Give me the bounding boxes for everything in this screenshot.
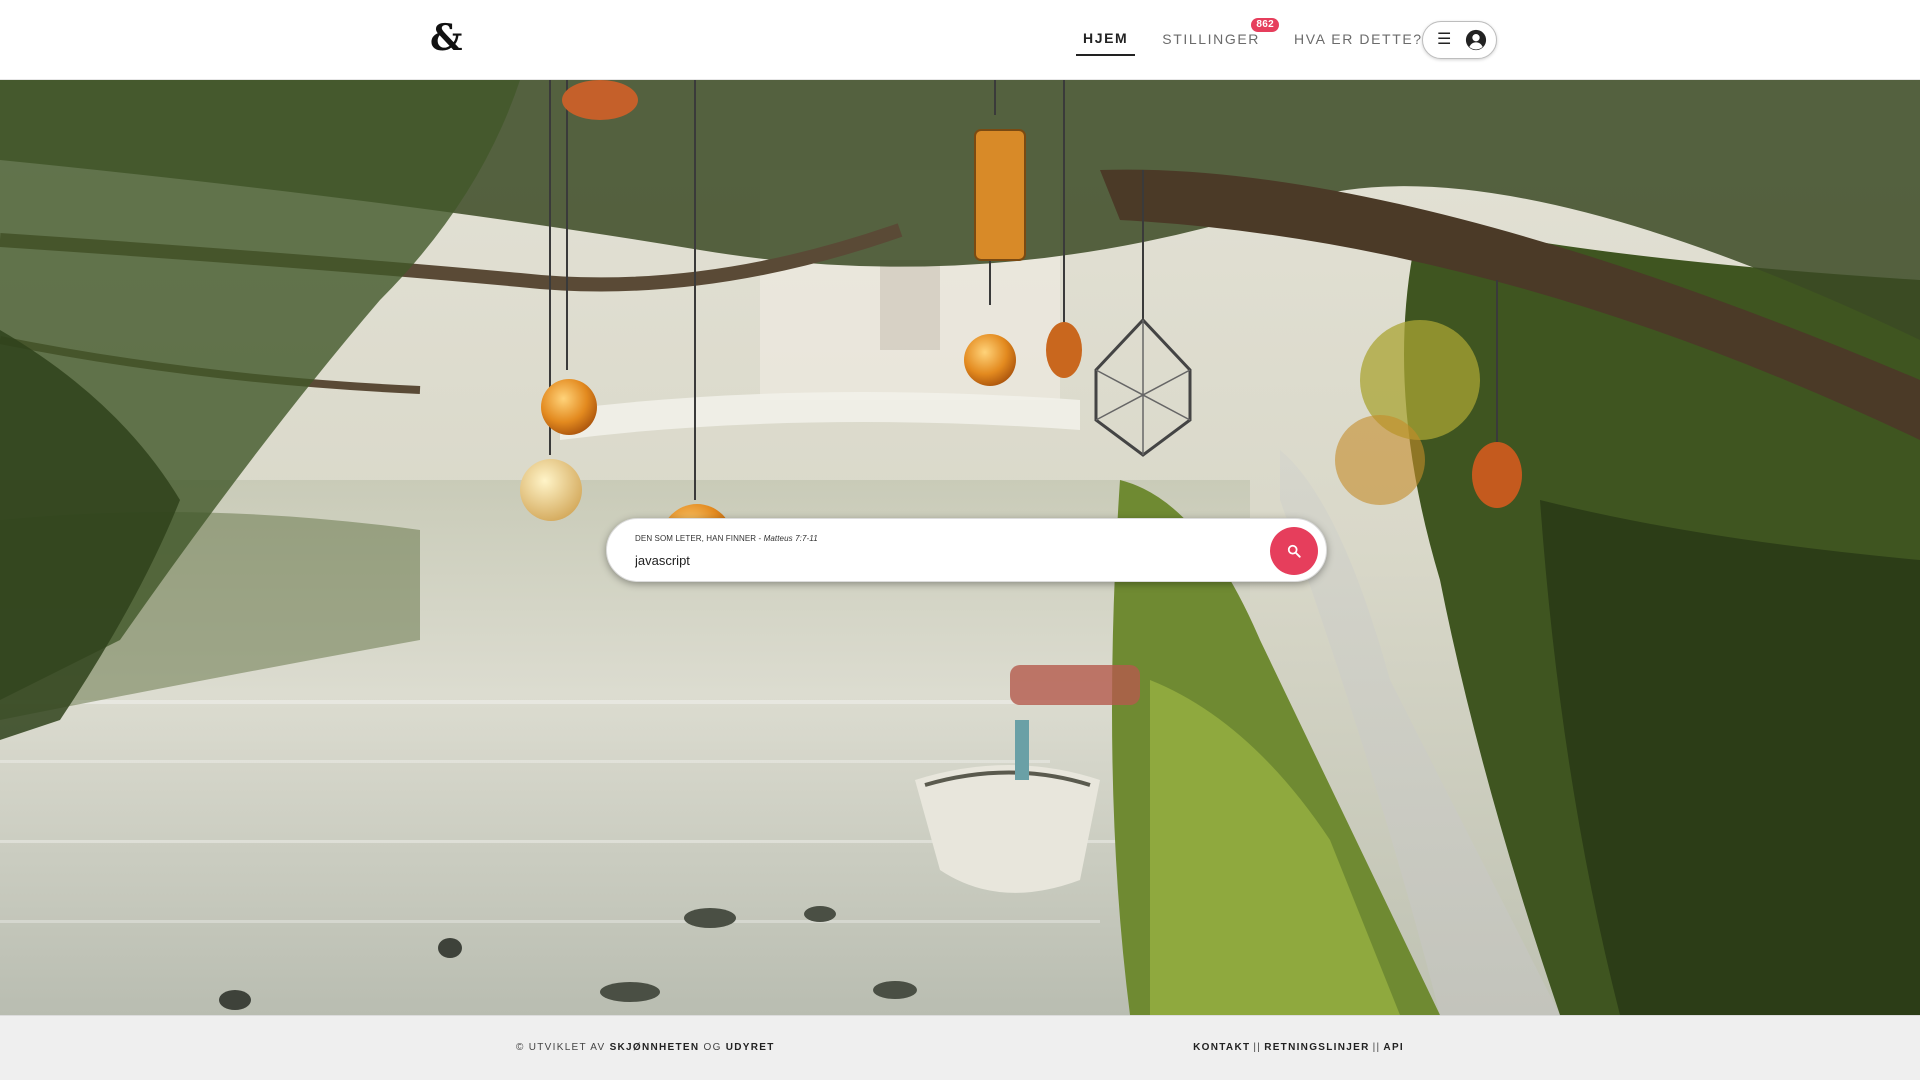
footer-joiner: OG [699, 1042, 726, 1053]
footer-links: KONTAKT || RETNINGSLINJER || API [1193, 1042, 1404, 1053]
hero-background: DEN SOM LETER, HAN FINNER - Matteus 7:7-… [0, 80, 1920, 1015]
nav-item-stillinger[interactable]: STILLINGER 862 [1155, 18, 1279, 55]
main-nav: HJEM STILLINGER 862 HVA ER DETTE? [1076, 0, 1450, 80]
nav-item-hjem[interactable]: HJEM [1076, 24, 1136, 56]
site-header: & HJEM STILLINGER 862 HVA ER DETTE? ☰ [0, 0, 1920, 80]
search-button[interactable] [1270, 527, 1318, 575]
search-box: DEN SOM LETER, HAN FINNER - Matteus 7:7-… [606, 518, 1327, 582]
hamburger-icon: ☰ [1437, 31, 1452, 48]
search-icon [1287, 544, 1301, 558]
footer-separator: || [1372, 1042, 1381, 1053]
site-footer: © UTVIKLET AV SKJØNNHETEN OG UDYRET KONT… [0, 1015, 1920, 1080]
search-quote-text: DEN SOM LETER, HAN FINNER - [635, 534, 764, 543]
user-menu-button[interactable]: ☰ [1422, 21, 1497, 59]
search-quote-verse: Matteus 7:7-11 [763, 534, 818, 543]
user-circle-icon [1465, 29, 1487, 51]
footer-separator: || [1253, 1042, 1262, 1053]
search-quote: DEN SOM LETER, HAN FINNER - Matteus 7:7-… [635, 534, 818, 543]
nav-item-stillinger-label: STILLINGER [1162, 31, 1260, 47]
footer-credits: © UTVIKLET AV SKJØNNHETEN OG UDYRET [516, 1042, 775, 1053]
site-logo[interactable]: & [430, 18, 463, 58]
footer-link-retningslinjer[interactable]: RETNINGSLINJER [1264, 1042, 1369, 1053]
footer-link-api[interactable]: API [1383, 1042, 1404, 1053]
search-input[interactable] [635, 549, 1225, 571]
nav-item-hva-er-dette[interactable]: HVA ER DETTE? [1287, 25, 1430, 55]
footer-author-link-1[interactable]: SKJØNNHETEN [610, 1042, 700, 1053]
footer-copyright: © UTVIKLET AV [516, 1042, 610, 1053]
job-count-badge: 862 [1251, 18, 1279, 32]
footer-author-link-2[interactable]: UDYRET [726, 1042, 775, 1053]
footer-link-kontakt[interactable]: KONTAKT [1193, 1042, 1250, 1053]
